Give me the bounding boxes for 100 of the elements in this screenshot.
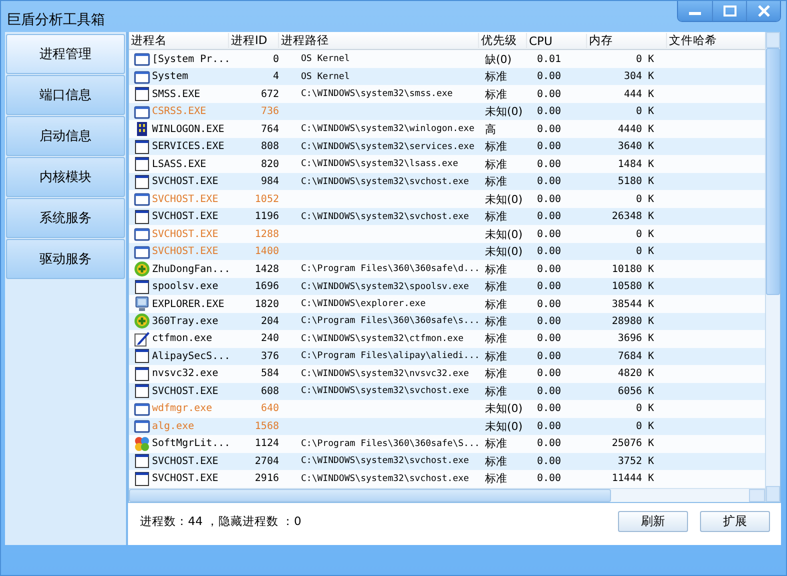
application-icon [134,348,150,364]
column-header[interactable]: 进程ID [229,33,279,48]
scrollbar-thumb[interactable] [129,488,611,502]
scroll-up-button[interactable] [766,32,780,48]
priority-cell-text: 未知(0) [485,244,524,260]
scroll-right-button[interactable] [749,488,765,502]
sidebar-tab[interactable]: 进程管理 [6,34,125,74]
process-name-cell-text: ctfmon.exe [152,333,214,344]
memory-cell-text: 38544 [610,298,643,310]
application-icon [134,278,150,295]
table-row[interactable]: SVCHOST.EXE 2916 C:\WINDOWS\system32\svchost.exe 标准 0.00 11444 K [129,470,765,488]
column-header[interactable]: 内存 [587,33,667,48]
horizontal-scrollbar[interactable] [129,488,765,502]
column-header[interactable]: 进程路径 [279,33,479,48]
table-row[interactable]: EXPLORER.EXE 1820 C:\WINDOWS\explorer.exe 标准 0.00 38544 K [129,295,765,313]
cpu-cell-text: 0.00 [536,124,562,135]
unit-cell-text: K [648,54,656,65]
sidebar-tab[interactable]: 系统服务 [6,198,125,238]
table-row[interactable]: SVCHOST.EXE 2704 C:\WINDOWS\system32\svchost.exe 标准 0.00 3752 K [129,452,765,470]
table-row[interactable]: SERVICES.EXE 808 C:\WINDOWS\system32\services.exe 标准 0.00 3640 K [129,138,765,156]
cpu-cell-text: 0.00 [536,211,562,222]
cpu-cell-text: 0.00 [536,88,562,100]
column-header[interactable]: 优先级 [479,33,527,48]
memory-cell-text: 6056 [616,386,643,397]
window-icon [134,52,150,66]
priority-cell-text: 标准 [485,366,508,382]
process-name-cell-text: WINLOGON.EXE [152,124,226,135]
path-cell-text: C:\WINDOWS\system32\ctfmon.exe [300,334,465,344]
cpu-cell-text: 0.01 [536,54,562,65]
window-icon [134,244,150,259]
column-header[interactable]: CPU [527,34,587,48]
table-row[interactable]: alg.exe 1568 未知(0) 0.00 0 K [129,418,765,436]
cpu-cell-text: 0.00 [536,141,562,152]
table-row[interactable]: SVCHOST.EXE 984 C:\WINDOWS\system32\svchost.exe 标准 0.00 5180 K [129,172,765,190]
table-row[interactable]: wdfmgr.exe 640 未知(0) 0.00 0 K [129,400,765,418]
cpu-cell-text: 0.00 [536,350,562,362]
table-row[interactable]: spoolsv.exe 1696 C:\WINDOWS\system32\spoolsv.exe 标准 0.00 10580 K [129,278,765,296]
pid-cell-text: 376 [260,350,280,362]
scroll-down-button[interactable] [766,486,780,502]
column-header[interactable]: 文件哈希 [667,33,765,48]
cpu-cell-text: 0.00 [536,368,562,380]
table-row[interactable]: CSRSS.EXE 736 未知(0) 0.00 0 K [129,102,765,120]
sidebar-tab[interactable]: 内核模块 [6,157,125,197]
memory-cell-text: 3696 [616,333,643,344]
path-cell-text: C:\WINDOWS\system32\svchost.exe [300,474,470,484]
table-row[interactable]: SMSS.EXE 672 C:\WINDOWS\system32\smss.exe 标准 0.00 444 K [129,85,765,103]
memory-cell-text: 0 [634,420,643,432]
column-header[interactable]: 进程名 [129,33,229,48]
close-button[interactable] [746,1,780,21]
action-button[interactable]: 扩展 [700,510,770,532]
pid-cell-text: 984 [260,176,280,188]
scrollbar-thumb[interactable] [766,48,780,295]
table-row[interactable]: ZhuDongFan... 1428 C:\Program Files\360\360safe\d... 标准 0.00 10180 K [129,260,765,278]
window-title: 巨盾分析工具箱 [6,11,105,29]
unit-cell-text: K [648,350,656,362]
table-row[interactable]: [System Pr... 0 OS Kernel 缺(0) 0.01 0 K [129,50,765,68]
priority-cell-text: 标准 [485,86,508,102]
cpu-cell-text: 0.00 [536,71,562,82]
sidebar-tab[interactable]: 驱动服务 [6,239,125,279]
sidebar-tab[interactable]: 启动信息 [6,116,125,156]
table-row[interactable]: SVCHOST.EXE 1052 未知(0) 0.00 0 K [129,190,765,208]
table-row[interactable]: 360Tray.exe 204 C:\Program Files\360\360safe\s... 标准 0.00 28980 K [129,312,765,330]
table-row[interactable]: WINLOGON.EXE 764 C:\WINDOWS\system32\winlogon.exe 高 0.00 4440 K [129,120,765,138]
table-row[interactable]: ctfmon.exe 240 C:\WINDOWS\system32\ctfmon.exe 标准 0.00 3696 K [129,330,765,348]
table-row[interactable]: LSASS.EXE 820 C:\WINDOWS\system32\lsass.exe 标准 0.00 1484 K [129,155,765,173]
pid-cell-text: 1400 [254,246,280,258]
pid-cell-text: 0 [272,54,280,65]
table-row[interactable]: AlipaySecS... 376 C:\Program Files\alipay\aliedi... 标准 0.00 7684 K [129,348,765,366]
action-button[interactable]: 刷新 [618,510,688,532]
pid-cell-text: 204 [260,316,280,327]
priority-cell-text: 缺(0) [485,52,513,67]
pid-cell-text: 1124 [254,438,280,450]
cpu-cell-text: 0.00 [536,403,562,414]
pid-cell-text: 584 [260,368,280,380]
process-name-cell-text: SVCHOST.EXE [152,246,220,258]
process-name-cell-text: SVCHOST.EXE [152,211,220,222]
close-icon [756,5,770,17]
sidebar-tab[interactable]: 端口信息 [6,75,125,115]
table-row[interactable]: SVCHOST.EXE 1196 C:\WINDOWS\system32\svchost.exe 标准 0.00 26348 K [129,208,765,226]
process-name-cell-text: wdfmgr.exe [152,403,214,414]
table-row[interactable]: nvsvc32.exe 584 C:\WINDOWS\system32\nvsvc32.exe 标准 0.00 4820 K [129,365,765,383]
window-icon [134,402,150,416]
table-row[interactable]: SoftMgrLit... 1124 C:\Program Files\360\360safe\S... 标准 0.00 25076 K [129,435,765,453]
process-name-cell-text: nvsvc32.exe [152,368,220,380]
pid-cell-text: 1052 [254,194,280,205]
cpu-cell-text: 0.00 [536,386,562,397]
unit-cell-text: K [648,228,656,240]
cpu-cell-text: 0.00 [536,106,562,118]
priority-cell-text: 标准 [485,209,508,224]
pid-cell-text: 1428 [254,264,280,275]
table-row[interactable]: SVCHOST.EXE 1288 未知(0) 0.00 0 K [129,225,765,243]
unit-cell-text: K [648,246,656,258]
maximize-button[interactable] [712,1,746,21]
vertical-scrollbar[interactable] [765,32,780,502]
pid-cell-text: 1196 [254,211,280,222]
table-row[interactable]: System 4 OS Kernel 标准 0.00 304 K [129,68,765,86]
table-row[interactable]: SVCHOST.EXE 608 C:\WINDOWS\system32\svchost.exe 标准 0.00 6056 K [129,382,765,400]
path-cell-text: OS Kernel [300,54,351,64]
minimize-button[interactable] [678,1,712,21]
table-row[interactable]: SVCHOST.EXE 1400 未知(0) 0.00 0 K [129,242,765,260]
